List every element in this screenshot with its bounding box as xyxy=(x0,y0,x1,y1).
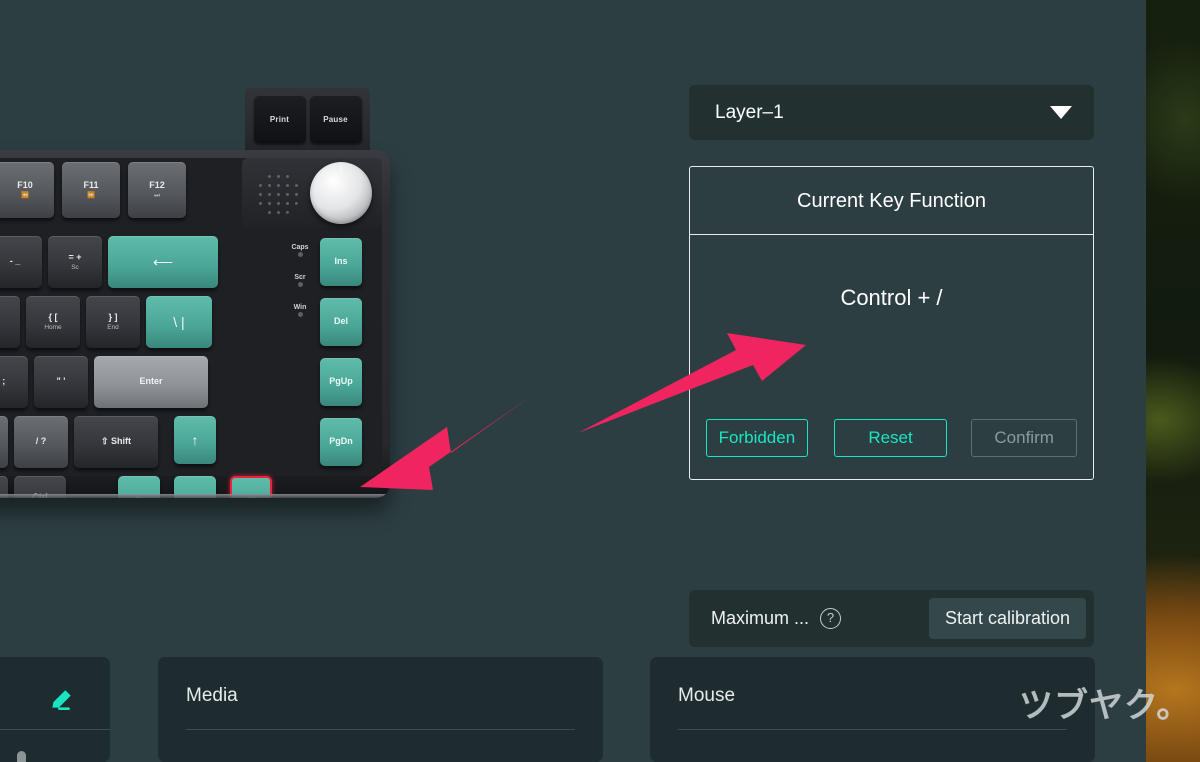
key-equal[interactable]: = + Sc xyxy=(48,236,102,288)
keyboard-base-edge xyxy=(0,494,386,498)
keyboard-body: F9▶‖ F10⏪ F11⏩ F12⏭ 0 ) - _ = +Sc ⟵ O P … xyxy=(0,150,390,498)
arrow-up-icon: ↑ xyxy=(191,432,199,448)
key-period[interactable]: . > xyxy=(0,416,8,468)
indicator-scroll-dot xyxy=(297,282,303,287)
key-quote[interactable]: " ' xyxy=(34,356,88,408)
key-bracket-right-sub: End xyxy=(107,324,119,332)
key-backslash[interactable]: \ | xyxy=(146,296,212,348)
key-delete[interactable]: Del xyxy=(320,298,362,346)
knob-module xyxy=(242,158,382,228)
key-f10-label: F10 xyxy=(17,179,33,190)
rotary-knob[interactable] xyxy=(310,162,372,224)
key-slash[interactable]: / ? xyxy=(14,416,68,468)
key-f11[interactable]: F11 ⏩ xyxy=(62,162,120,218)
key-f12[interactable]: F12 ⏭ xyxy=(128,162,186,218)
reset-button-label: Reset xyxy=(868,428,913,447)
indicator-scroll-label: Scr xyxy=(294,274,306,281)
question-mark-icon[interactable]: ? xyxy=(820,608,842,629)
key-pause[interactable]: Pause xyxy=(309,95,362,143)
key-minus-label: - _ xyxy=(9,256,21,267)
key-shift-right[interactable]: ⇧ Shift xyxy=(74,416,158,468)
slider-handle[interactable] xyxy=(17,751,26,762)
key-backslash-label: \ | xyxy=(173,314,185,330)
key-delete-label: Del xyxy=(333,316,348,327)
current-key-function-title: Current Key Function xyxy=(690,167,1093,235)
calibration-label: Maximum ... xyxy=(711,608,810,628)
edit-card[interactable] xyxy=(0,657,110,762)
indicator-win-dot xyxy=(297,312,303,317)
key-pageup[interactable]: PgUp xyxy=(320,358,362,406)
start-calibration-label: Start calibration xyxy=(944,608,1070,628)
key-f10[interactable]: F10 ⏪ xyxy=(0,162,54,218)
key-enter-label: Enter xyxy=(139,376,163,387)
key-bracket-left-sub: Home xyxy=(44,324,62,332)
key-f10-sub: ⏪ xyxy=(20,192,30,200)
forbidden-button-label: Forbidden xyxy=(718,428,796,447)
key-equal-label: = + xyxy=(68,251,82,262)
calibration-bar: Maximum ... ? Start calibration xyxy=(689,590,1094,647)
key-equal-sub: Sc xyxy=(71,264,79,272)
indicator-caps-dot xyxy=(297,252,303,257)
media-card[interactable]: Media xyxy=(158,657,603,762)
key-pagedown-label: PgDn xyxy=(329,436,353,447)
key-bracket-right[interactable]: } ] End xyxy=(86,296,140,348)
key-f12-label: F12 xyxy=(149,179,165,190)
media-card-title: Media xyxy=(186,685,238,706)
key-p[interactable]: P xyxy=(0,296,20,348)
key-f12-sub: ⏭ xyxy=(154,192,160,200)
key-f11-label: F11 xyxy=(83,179,99,190)
mouse-card-title: Mouse xyxy=(678,685,736,706)
keyboard-top-strip: Print Pause xyxy=(245,88,370,150)
key-slash-label: / ? xyxy=(35,436,47,447)
key-shift-right-label: ⇧ Shift xyxy=(100,436,132,447)
key-backspace[interactable]: ⟵ xyxy=(108,236,218,288)
key-bracket-right-label: } ] xyxy=(108,311,118,322)
edit-card-divider xyxy=(0,729,110,730)
confirm-button-label: Confirm xyxy=(994,428,1054,447)
key-insert[interactable]: Ins xyxy=(320,238,362,286)
key-pageup-label: PgUp xyxy=(329,376,353,387)
chevron-down-icon[interactable] xyxy=(1050,106,1072,119)
key-pagedown[interactable]: PgDn xyxy=(320,418,362,466)
key-semicolon[interactable]: : ; xyxy=(0,356,28,408)
key-semicolon-label: : ; xyxy=(0,376,6,387)
key-pause-label: Pause xyxy=(323,114,348,124)
watermark: ツブヤク。 xyxy=(1019,686,1192,726)
key-print[interactable]: Print xyxy=(253,95,306,143)
speaker-grill-icon xyxy=(256,172,300,216)
key-quote-label: " ' xyxy=(56,376,66,387)
pencil-icon[interactable] xyxy=(48,687,74,713)
layer-select[interactable]: Layer–1 xyxy=(689,85,1094,140)
screen: Print Pause F9▶‖ F10⏪ F11⏩ F12⏭ 0 ) - _ … xyxy=(0,0,1200,762)
key-print-label: Print xyxy=(269,114,290,124)
key-minus[interactable]: - _ xyxy=(0,236,42,288)
current-key-function-panel: Current Key Function Control + / Forbidd… xyxy=(689,166,1094,480)
key-f11-sub: ⏩ xyxy=(86,192,96,200)
confirm-button: Confirm xyxy=(971,419,1077,457)
indicator-caps-label: Caps xyxy=(291,244,309,251)
backspace-arrow-icon: ⟵ xyxy=(152,254,174,270)
key-function-actions: Forbidden Reset Confirm xyxy=(690,419,1093,457)
keyboard-visualization[interactable]: Print Pause F9▶‖ F10⏪ F11⏩ F12⏭ 0 ) - _ … xyxy=(0,88,390,558)
status-indicators: Caps Scr Win xyxy=(286,244,314,334)
key-enter[interactable]: Enter xyxy=(94,356,208,408)
layer-select-label: Layer–1 xyxy=(715,101,784,123)
forbidden-button[interactable]: Forbidden xyxy=(706,419,808,457)
mouse-card-divider xyxy=(678,729,1067,730)
key-insert-label: Ins xyxy=(334,256,348,267)
indicator-win-label: Win xyxy=(293,304,307,311)
key-bracket-left-label: { [ xyxy=(48,311,58,322)
media-card-divider xyxy=(186,729,575,730)
reset-button[interactable]: Reset xyxy=(833,419,948,457)
app-window: Print Pause F9▶‖ F10⏪ F11⏩ F12⏭ 0 ) - _ … xyxy=(0,0,1146,762)
current-key-function-value: Control + / xyxy=(840,285,943,310)
key-bracket-left[interactable]: { [ Home xyxy=(26,296,80,348)
key-arrow-up[interactable]: ↑ xyxy=(174,416,216,464)
start-calibration-button[interactable]: Start calibration xyxy=(928,598,1086,639)
calibration-label-group: Maximum ... ? xyxy=(711,608,842,629)
